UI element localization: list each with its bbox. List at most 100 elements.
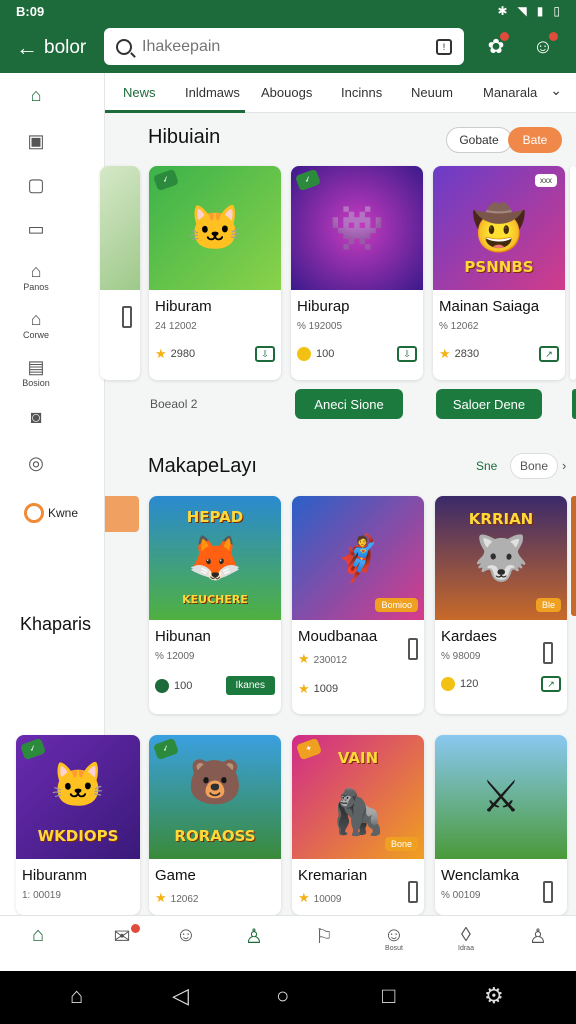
share-icon[interactable]: ↗	[539, 346, 559, 362]
nav-games[interactable]: ✉	[102, 924, 142, 948]
game-card[interactable]: HEPAD 🦊 KEUCHERE Hibunan % 12009 100 Ika…	[149, 496, 281, 714]
rail-item-bosion[interactable]: ▤ Bosion	[0, 357, 72, 388]
nav-account[interactable]: ♙	[518, 924, 558, 948]
instagram-icon: ◎	[28, 453, 44, 473]
phone-icon[interactable]	[543, 881, 553, 903]
tab-inldmaws[interactable]: Inldmaws	[185, 85, 240, 100]
document-icon: ▤	[27, 357, 45, 377]
game-meta: % 192005	[297, 321, 343, 332]
character-art-icon: 🐻	[187, 758, 243, 808]
game-title: Kremarian	[298, 867, 368, 884]
phone-icon[interactable]	[408, 638, 418, 660]
character-art-icon: 👾	[329, 204, 385, 253]
rail-item-instagram[interactable]: ◎	[0, 453, 72, 474]
back-triangle-icon[interactable]: ◁	[172, 983, 189, 1009]
phone-icon[interactable]	[408, 881, 418, 903]
game-art-text: RORAOSS	[174, 827, 256, 845]
game-card[interactable]: ✓ 🐱 Hiburam 24 12002 ★ 2980 ⇩	[149, 166, 281, 380]
game-card[interactable]: ✓ 🐱 WKDIOPS Hiburanm 1: 00019	[16, 735, 140, 915]
game-card[interactable]: 🦸 Bomioo Moudbanaa ★ 230012 ★ 1009	[292, 496, 424, 714]
settings-icon[interactable]: ⚙	[484, 983, 504, 1009]
tab-news[interactable]: News	[123, 85, 156, 100]
nav-idraa[interactable]: ◊ Idraa	[446, 924, 486, 952]
search-bar[interactable]: !	[104, 28, 464, 65]
game-card-peek[interactable]	[100, 166, 140, 380]
saloer-dene-button[interactable]: Saloer Dene	[436, 389, 542, 419]
share-icon[interactable]: ↗	[541, 676, 561, 692]
rail-item-panos[interactable]: ⌂ Panos	[0, 261, 72, 292]
chevron-right-icon[interactable]: ›	[562, 458, 566, 473]
game-card[interactable]: ⚔ Wenclamka % 00109	[435, 735, 567, 915]
star-icon: ★	[155, 890, 167, 905]
home-icon[interactable]: ⌂	[70, 983, 83, 1009]
star-icon: ★	[298, 681, 310, 696]
nav-map[interactable]: ⚐	[304, 924, 344, 948]
game-title: Moudbanaa	[298, 628, 378, 645]
install-button[interactable]: Ikanes	[225, 676, 275, 695]
phone-icon[interactable]	[543, 642, 553, 664]
tab-neuum[interactable]: Neuum	[411, 85, 453, 100]
game-card[interactable]: ✦ VAIN 🦍 Bone Kremarian ★ 10009	[292, 735, 424, 915]
home-circle-icon[interactable]: ○	[276, 983, 289, 1009]
rail-item-tv[interactable]: ▭	[0, 219, 72, 240]
game-card[interactable]: KRRIAN 🐺 Ble Kardaes % 98009 120 ↗	[435, 496, 567, 714]
chevron-down-icon[interactable]: ⌄	[550, 82, 562, 99]
game-title: Hiburam	[155, 298, 212, 315]
nav-home[interactable]: ⌂	[18, 924, 58, 946]
character-art-icon: 🐱	[50, 760, 106, 810]
chat-icon: ☺	[175, 924, 197, 946]
nav-profile[interactable]: ♙	[234, 924, 274, 948]
pill-bate[interactable]: Bate	[508, 127, 562, 153]
arrow-left-icon: ←	[16, 34, 38, 60]
character-art-icon: 🦊	[187, 534, 243, 583]
game-value: 100	[174, 679, 193, 692]
scan-icon[interactable]: !	[436, 38, 452, 55]
tag-icon: ✓	[294, 168, 322, 192]
rail-item-gallery[interactable]: ▣	[0, 131, 72, 152]
nav-bosut[interactable]: ☺ Bosut	[374, 924, 414, 952]
game-value: 120	[460, 678, 479, 690]
signal-icon: ▮	[536, 4, 544, 18]
game-badge: Bone	[384, 837, 418, 851]
game-card[interactable]: ✓ 🐻 RORAOSS Game ★ 12062	[149, 735, 281, 915]
download-icon[interactable]: ⇩	[255, 346, 275, 362]
card-peek	[105, 496, 139, 532]
rail-item-corwe[interactable]: ⌂ Corwe	[0, 309, 72, 340]
back-button[interactable]: ← bolor	[16, 35, 100, 61]
download-icon[interactable]: ⇩	[397, 346, 417, 362]
game-card[interactable]: 🤠 PSNNBS xxx Mainan Saiaga % 12062 ★ 2830…	[433, 166, 565, 380]
mail-icon: ☺	[383, 924, 405, 946]
game-card-peek[interactable]	[570, 166, 576, 380]
game-value: 100	[316, 348, 335, 360]
star-icon: ★	[439, 346, 451, 361]
aneci-sione-button[interactable]: Aneci Sione	[295, 389, 403, 419]
battery-icon: ▯	[553, 4, 560, 18]
section-link[interactable]: Sne	[476, 459, 497, 473]
nav-chat[interactable]: ☺	[166, 924, 206, 946]
tab-abouogs[interactable]: Abouogs	[261, 85, 312, 100]
game-title: Hiburanm	[22, 867, 88, 884]
game-art-text: PSNNBS	[464, 258, 534, 276]
chat-notification-icon[interactable]: ☺	[528, 32, 558, 62]
gamepad-notification-icon[interactable]: ✿	[481, 32, 511, 62]
star-icon: ★	[298, 651, 310, 666]
video-icon: ▢	[27, 175, 45, 195]
rail-item-video[interactable]: ▢	[0, 175, 72, 196]
home-icon: ⌂	[31, 924, 45, 946]
tab-incinns[interactable]: Incinns	[341, 85, 382, 100]
game-title: Mainan Saiaga	[439, 298, 540, 315]
system-nav-bar: ⌂ ◁ ○ □ ⚙	[0, 971, 576, 1024]
tab-manarala[interactable]: Manarala	[483, 85, 537, 100]
rail-item-home[interactable]: ⌂	[0, 85, 72, 106]
search-input[interactable]	[142, 37, 436, 56]
pill-bone[interactable]: Bone	[510, 453, 558, 479]
map-icon: ⚐	[315, 926, 333, 948]
recents-square-icon[interactable]: □	[382, 983, 395, 1009]
rail-brand[interactable]: Kwne	[24, 503, 78, 523]
game-badge: Ble	[535, 598, 561, 612]
game-card[interactable]: ✓ 👾 Hiburap % 192005 100 ⇩	[291, 166, 423, 380]
rail-item-camera[interactable]: ◙	[0, 407, 72, 428]
top-app-bar: ← bolor ! ✿ ☺	[0, 22, 576, 73]
pill-gobate[interactable]: Gobate	[446, 127, 512, 153]
corner-badge: xxx	[535, 174, 557, 187]
